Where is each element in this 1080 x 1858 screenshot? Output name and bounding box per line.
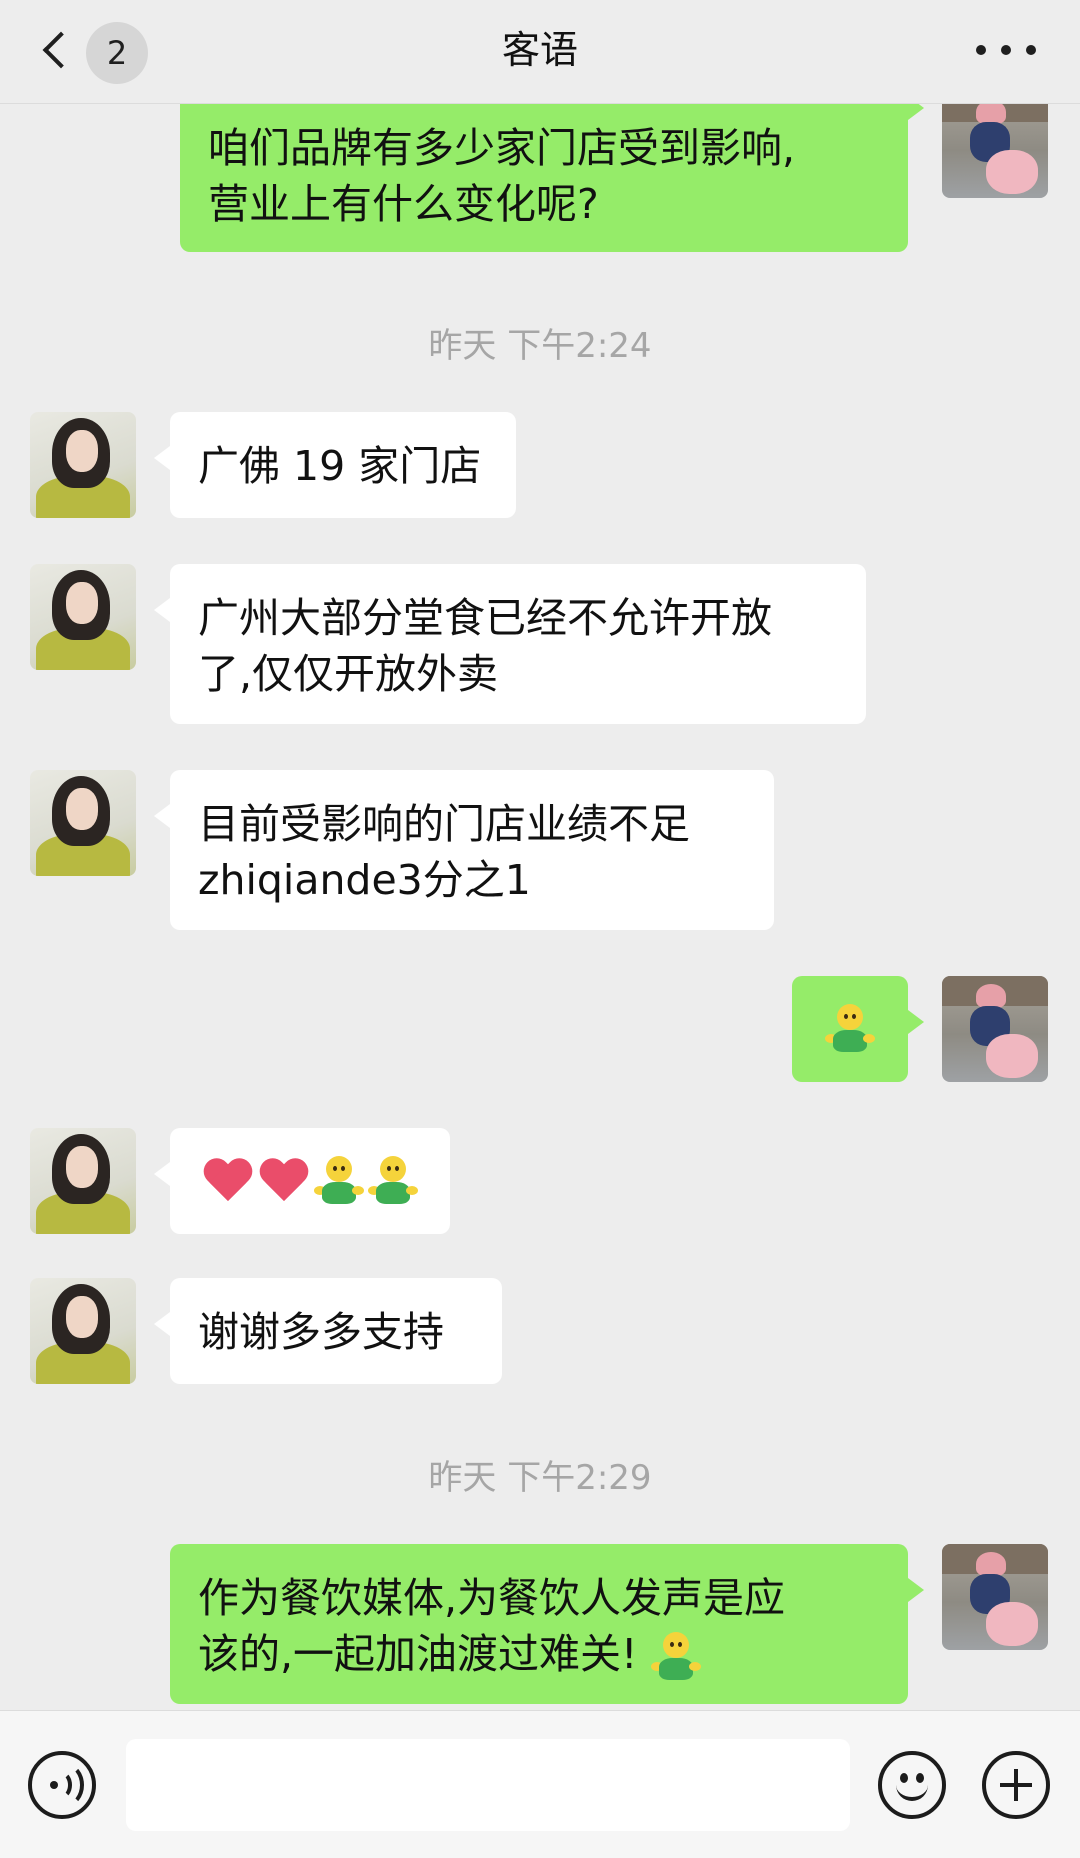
message-text: 该的,一起加油渡过难关! [198, 1630, 638, 1678]
message-line: 咱们品牌有多少家门店受到影响, [208, 124, 796, 172]
emoji-icon [900, 1773, 908, 1783]
nav-bar: 2 客语 [0, 0, 1080, 104]
message-line: 该的,一起加油渡过难关! [198, 1626, 880, 1682]
message-bubble-received[interactable]: 广州大部分堂食已经不允许开放 了,仅仅开放外卖 [154, 564, 866, 724]
more-options-button[interactable] [976, 32, 1036, 68]
my-avatar[interactable] [942, 1544, 1048, 1650]
message-line: zhiqiande3分之1 [198, 856, 531, 904]
contact-avatar[interactable] [30, 564, 136, 670]
timestamp: 昨天 下午2:24 [428, 326, 652, 366]
message-line: 了,仅仅开放外卖 [198, 650, 499, 698]
my-avatar[interactable] [942, 92, 1048, 198]
emoji-button[interactable] [878, 1751, 946, 1819]
unread-count-badge[interactable]: 2 [86, 22, 148, 84]
contact-avatar[interactable] [30, 412, 136, 518]
chat-title: 客语 [501, 28, 578, 72]
message-line: 目前受影响的门店业绩不足 [198, 800, 690, 848]
message-bubble-received[interactable]: 目前受影响的门店业绩不足 zhiqiande3分之1 [154, 770, 774, 930]
message-line: 谢谢多多支持 [198, 1308, 444, 1356]
my-avatar[interactable] [942, 976, 1048, 1082]
hug-emoji-icon [314, 1156, 364, 1206]
voice-button[interactable] [28, 1751, 96, 1819]
message-line: 营业上有什么变化呢? [208, 180, 599, 228]
chat-window: 咱们品牌有多少家门店受到影响, 营业上有什么变化呢? 昨天 下午2:24 广佛 … [0, 0, 1080, 1858]
contact-avatar[interactable] [30, 770, 136, 876]
message-line: 作为餐饮媒体,为餐饮人发声是应 [198, 1574, 786, 1622]
more-dots-icon [976, 45, 986, 55]
message-bubble-sent[interactable]: 作为餐饮媒体,为餐饮人发声是应 该的,一起加油渡过难关! [170, 1544, 924, 1704]
message-bubble-sent[interactable] [792, 976, 924, 1082]
timestamp: 昨天 下午2:29 [428, 1458, 652, 1498]
hug-emoji-icon [825, 1004, 875, 1054]
message-list[interactable]: 咱们品牌有多少家门店受到影响, 营业上有什么变化呢? 昨天 下午2:24 广佛 … [0, 0, 1080, 1710]
contact-avatar[interactable] [30, 1278, 136, 1384]
more-dots-icon [1026, 45, 1036, 55]
hug-emoji-icon [650, 1632, 701, 1682]
back-chevron-icon [42, 31, 80, 69]
message-line: 广佛 19 家门店 [198, 442, 482, 490]
more-dots-icon [1001, 45, 1011, 55]
message-input[interactable] [126, 1739, 850, 1831]
input-bar [0, 1710, 1080, 1858]
contact-avatar[interactable] [30, 1128, 136, 1234]
more-functions-button[interactable] [982, 1751, 1050, 1819]
message-bubble-received[interactable] [154, 1128, 450, 1234]
message-bubble-received[interactable]: 谢谢多多支持 [154, 1278, 502, 1384]
message-bubble-received[interactable]: 广佛 19 家门店 [154, 412, 516, 518]
heart-emoji-icon [202, 1157, 254, 1205]
message-line: 广州大部分堂食已经不允许开放 [198, 594, 772, 642]
hug-emoji-icon [368, 1156, 418, 1206]
heart-emoji-icon [258, 1157, 310, 1205]
